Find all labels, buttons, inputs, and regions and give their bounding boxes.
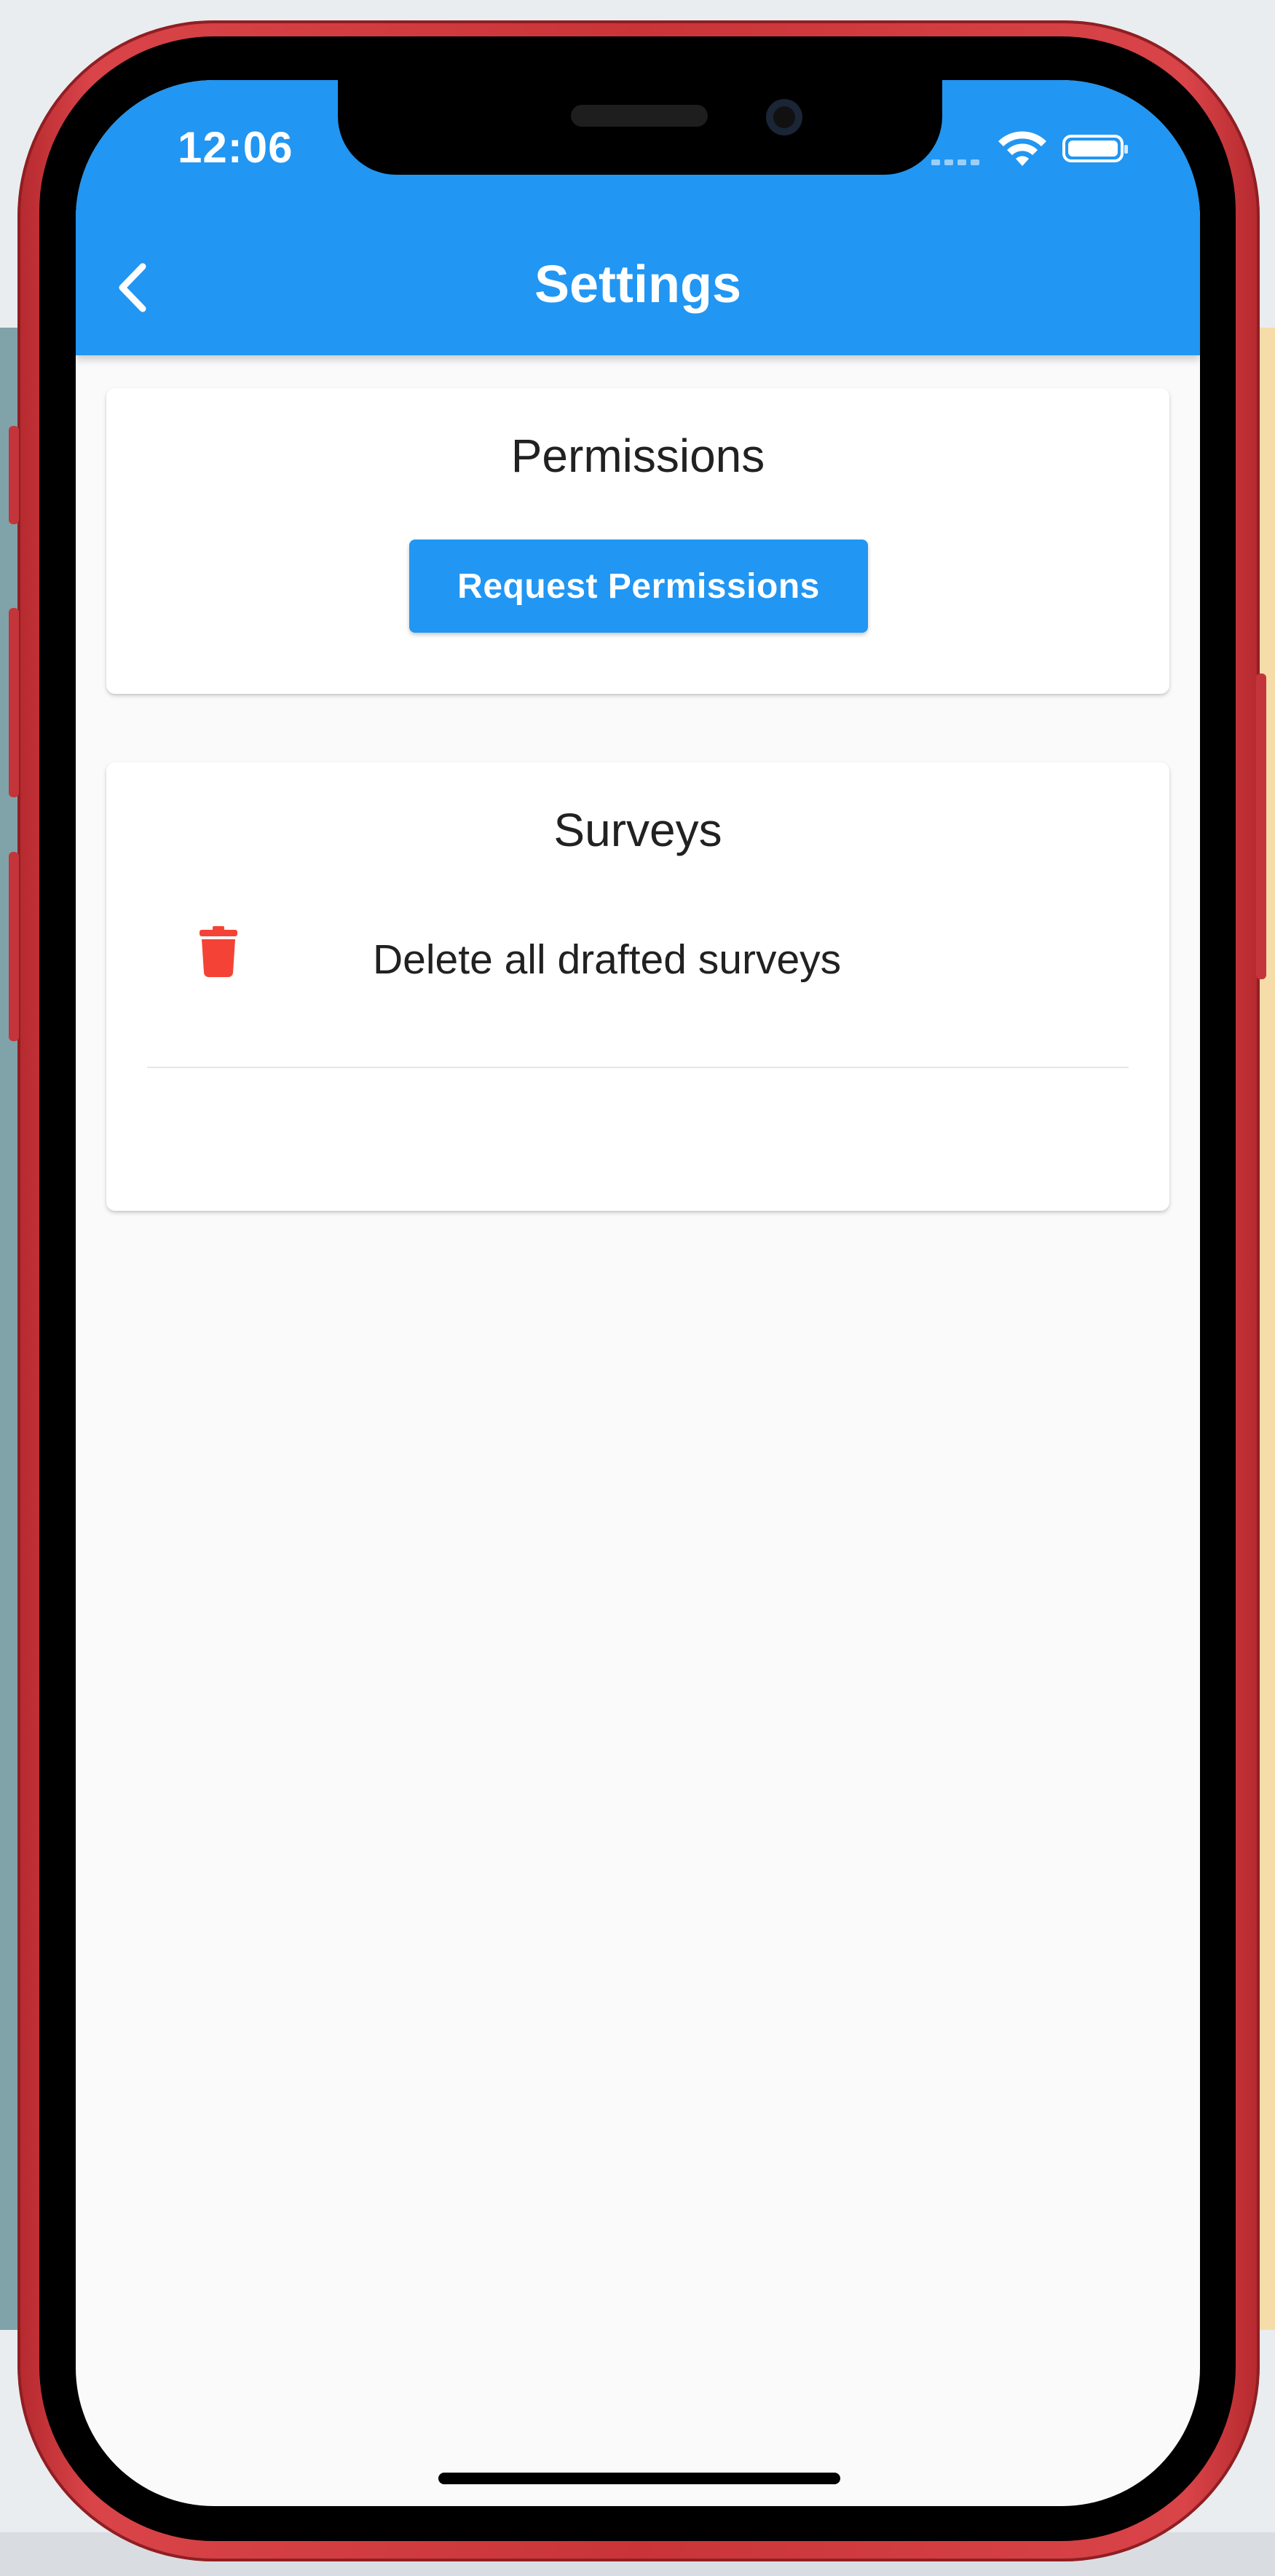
permissions-title: Permissions [510,430,765,482]
divider [147,1067,1129,1068]
surveys-title: Surveys [553,804,722,856]
speaker-grille [571,105,708,127]
status-time: 12:06 [178,123,293,172]
notch [338,80,942,175]
power-button [1256,673,1266,979]
volume-down-button [9,852,19,1041]
delete-drafted-surveys-item[interactable]: Delete all drafted surveys [147,886,1129,1046]
delete-drafted-surveys-label: Delete all drafted surveys [373,936,842,983]
home-indicator[interactable] [438,2473,840,2484]
cellular-signal-icon [931,156,984,169]
request-permissions-button[interactable]: Request Permissions [409,540,868,633]
wifi-icon [998,131,1046,166]
volume-up-button [9,608,19,797]
battery-icon [1062,135,1128,162]
surveys-card: Surveys Delete all drafted surveys [106,762,1169,1211]
screen: 12:06 Settings Permissions Request Permi… [76,80,1200,2506]
page-title: Settings [534,256,742,314]
permissions-card: Permissions Request Permissions [106,388,1169,694]
trash-icon [200,926,237,977]
mute-switch [9,426,19,524]
front-camera [766,99,802,135]
